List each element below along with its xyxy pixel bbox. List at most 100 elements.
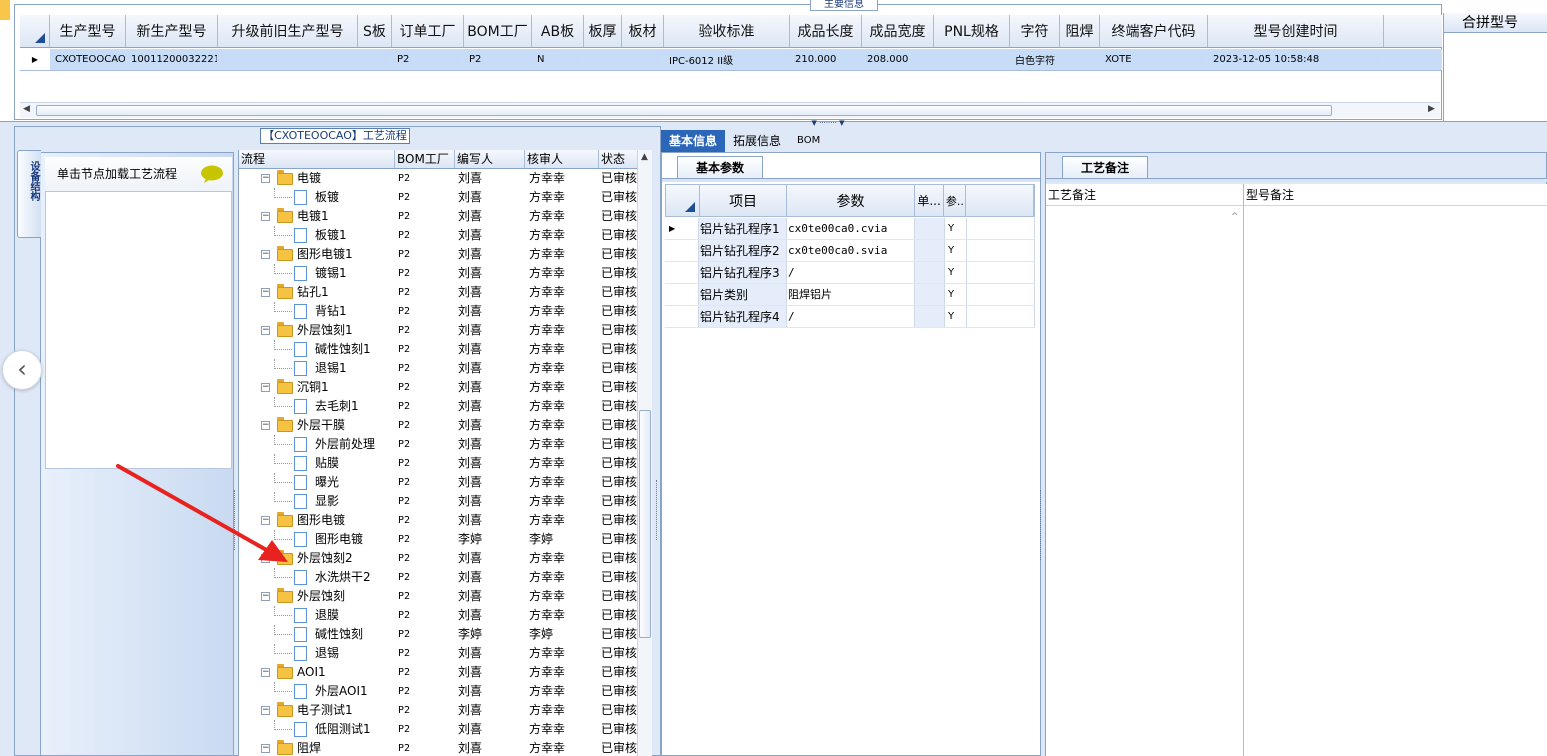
- tree-node[interactable]: 低阻测试1: [239, 720, 395, 739]
- hscroll-thumb[interactable]: [36, 105, 1332, 116]
- collapse-icon[interactable]: −: [261, 288, 270, 297]
- param-flag[interactable]: Y: [945, 284, 967, 305]
- param-row[interactable]: 铝片钻孔程序4/ Y: [665, 306, 1035, 328]
- tree-node[interactable]: 镀锡1: [239, 264, 395, 283]
- tree-node[interactable]: 退锡: [239, 644, 395, 663]
- tree-node[interactable]: 退锡1: [239, 359, 395, 378]
- tree-row[interactable]: − 阻焊 P2 刘喜 方幸幸 已审核: [239, 739, 637, 756]
- param-row[interactable]: 铝片类别 阻焊铝片 Y: [665, 284, 1035, 306]
- model-notes-column[interactable]: 型号备注: [1244, 184, 1547, 756]
- param-unit[interactable]: [915, 306, 945, 327]
- tree-row[interactable]: 镀锡1 P2 刘喜 方幸幸 已审核: [239, 264, 637, 283]
- tree-row[interactable]: − 外层蚀刻 P2 刘喜 方幸幸 已审核: [239, 587, 637, 606]
- device-structure-tab[interactable]: 设备结构: [17, 150, 41, 238]
- param-value[interactable]: 阻焊铝片: [787, 284, 915, 305]
- tab-extended-info[interactable]: 拓展信息: [725, 130, 789, 152]
- param-value[interactable]: /: [787, 306, 915, 327]
- tree-node[interactable]: − 电子测试1: [239, 701, 395, 720]
- tree-row[interactable]: 低阻测试1 P2 刘喜 方幸幸 已审核: [239, 720, 637, 739]
- col-header[interactable]: BOM工厂: [464, 15, 532, 47]
- tree-node[interactable]: 水洗烘干2: [239, 568, 395, 587]
- col-header[interactable]: 板厚: [584, 15, 622, 47]
- col-flag[interactable]: 参..: [944, 185, 967, 216]
- device-structure-list[interactable]: [45, 157, 232, 469]
- col-header[interactable]: 阻焊: [1060, 15, 1100, 47]
- col-reviewer[interactable]: 核审人: [525, 150, 599, 168]
- collapse-icon[interactable]: −: [261, 421, 270, 430]
- tree-row[interactable]: 退锡 P2 刘喜 方幸幸 已审核: [239, 644, 637, 663]
- param-flag[interactable]: Y: [945, 240, 967, 261]
- process-flow-tree[interactable]: 流程 BOM工厂 编写人 核审人 状态 − 电镀 P2 刘喜 方幸幸 已审核 板镀 P2 刘喜方…: [238, 150, 652, 756]
- col-header[interactable]: 订单工厂: [392, 15, 464, 47]
- main-grid-hscrollbar[interactable]: ◀ ▶: [20, 102, 1440, 118]
- tree-row[interactable]: 碱性蚀刻 P2 李婷 李婷 已审核: [239, 625, 637, 644]
- param-unit[interactable]: [915, 218, 945, 239]
- col-header[interactable]: 成品宽度: [862, 15, 934, 47]
- tree-node[interactable]: − AOI1: [239, 663, 395, 682]
- tree-node[interactable]: 去毛刺1: [239, 397, 395, 416]
- collapse-icon[interactable]: −: [261, 250, 270, 259]
- col-header[interactable]: 型号创建时间: [1208, 15, 1384, 47]
- tree-row[interactable]: 板镀1 P2 刘喜 方幸幸 已审核: [239, 226, 637, 245]
- param-value[interactable]: /: [787, 262, 915, 283]
- tab-basic-info[interactable]: 基本信息: [661, 130, 726, 152]
- col-header[interactable]: 板材: [622, 15, 664, 47]
- tree-node[interactable]: − 外层干膜: [239, 416, 395, 435]
- col-flow[interactable]: 流程: [239, 150, 395, 168]
- col-header[interactable]: 生产型号: [50, 15, 126, 47]
- tree-row[interactable]: − 图形电镀1 P2 刘喜 方幸幸 已审核: [239, 245, 637, 264]
- tree-row[interactable]: 去毛刺1 P2 刘喜 方幸幸 已审核: [239, 397, 637, 416]
- tree-node[interactable]: 板镀1: [239, 226, 395, 245]
- tree-row[interactable]: − 外层蚀刻1 P2 刘喜 方幸幸 已审核: [239, 321, 637, 340]
- tree-row[interactable]: − 钻孔1 P2 刘喜 方幸幸 已审核: [239, 283, 637, 302]
- tree-node[interactable]: − 电镀: [239, 169, 395, 188]
- col-writer[interactable]: 编写人: [455, 150, 525, 168]
- tree-row[interactable]: 板镀 P2 刘喜 方幸幸 已审核: [239, 188, 637, 207]
- tree-row[interactable]: − 外层干膜 P2 刘喜 方幸幸 已审核: [239, 416, 637, 435]
- prev-arrow-icon[interactable]: ‹: [2, 350, 42, 390]
- tree-node[interactable]: − 外层蚀刻1: [239, 321, 395, 340]
- main-grid-row[interactable]: ▶ CXOTEOOCAO 10011200032221 P2 P2 N IPC-6012 …: [20, 49, 1442, 71]
- tree-row[interactable]: − 电镀1 P2 刘喜 方幸幸 已审核: [239, 207, 637, 226]
- param-flag[interactable]: Y: [945, 262, 967, 283]
- tree-node[interactable]: − 沉铜1: [239, 378, 395, 397]
- collapse-icon[interactable]: −: [261, 383, 270, 392]
- param-unit[interactable]: [915, 240, 945, 261]
- col-header[interactable]: 新生产型号: [126, 15, 218, 47]
- param-unit[interactable]: [915, 284, 945, 305]
- col-header[interactable]: 验收标准: [664, 15, 790, 47]
- tree-node[interactable]: 板镀: [239, 188, 395, 207]
- collapse-icon[interactable]: −: [261, 326, 270, 335]
- notes-scroll-up-icon[interactable]: ^: [1231, 212, 1239, 222]
- col-bom[interactable]: BOM工厂: [395, 150, 455, 168]
- param-flag[interactable]: Y: [945, 218, 967, 239]
- scroll-up-icon[interactable]: ▲: [641, 152, 648, 162]
- param-flag[interactable]: Y: [945, 306, 967, 327]
- col-unit[interactable]: 单...: [915, 185, 945, 216]
- tree-row[interactable]: − 沉铜1 P2 刘喜 方幸幸 已审核: [239, 378, 637, 397]
- tree-row[interactable]: − 电子测试1 P2 刘喜 方幸幸 已审核: [239, 701, 637, 720]
- tree-node[interactable]: − 钻孔1: [239, 283, 395, 302]
- tree-node[interactable]: − 电镀1: [239, 207, 395, 226]
- collapse-icon[interactable]: −: [261, 212, 270, 221]
- collapse-icon[interactable]: −: [261, 174, 270, 183]
- param-unit[interactable]: [915, 262, 945, 283]
- collapse-icon[interactable]: −: [261, 668, 270, 677]
- tree-row[interactable]: 水洗烘干2 P2 刘喜 方幸幸 已审核: [239, 568, 637, 587]
- col-header[interactable]: AB板: [532, 15, 584, 47]
- tree-node[interactable]: 碱性蚀刻: [239, 625, 395, 644]
- tree-node[interactable]: − 外层蚀刻: [239, 587, 395, 606]
- param-row[interactable]: 铝片钻孔程序2 cx0te00ca0.svia Y: [665, 240, 1035, 262]
- collapse-icon[interactable]: −: [261, 706, 270, 715]
- col-header[interactable]: 终端客户代码: [1100, 15, 1208, 47]
- param-row[interactable]: ▶ 铝片钻孔程序1 cx0te00ca0.cvia Y: [665, 218, 1035, 240]
- col-header[interactable]: PNL规格: [934, 15, 1010, 47]
- process-notes-column[interactable]: 工艺备注: [1046, 184, 1244, 756]
- tree-node[interactable]: − 阻焊: [239, 739, 395, 756]
- param-value[interactable]: cx0te00ca0.cvia: [787, 218, 915, 239]
- col-header[interactable]: 成品长度: [790, 15, 862, 47]
- panel-splitter[interactable]: ▼ ········ ▼: [796, 120, 860, 127]
- tree-row[interactable]: − AOI1 P2 刘喜 方幸幸 已审核: [239, 663, 637, 682]
- tree-row[interactable]: 背钻1 P2 刘喜 方幸幸 已审核: [239, 302, 637, 321]
- collapse-icon[interactable]: −: [261, 592, 270, 601]
